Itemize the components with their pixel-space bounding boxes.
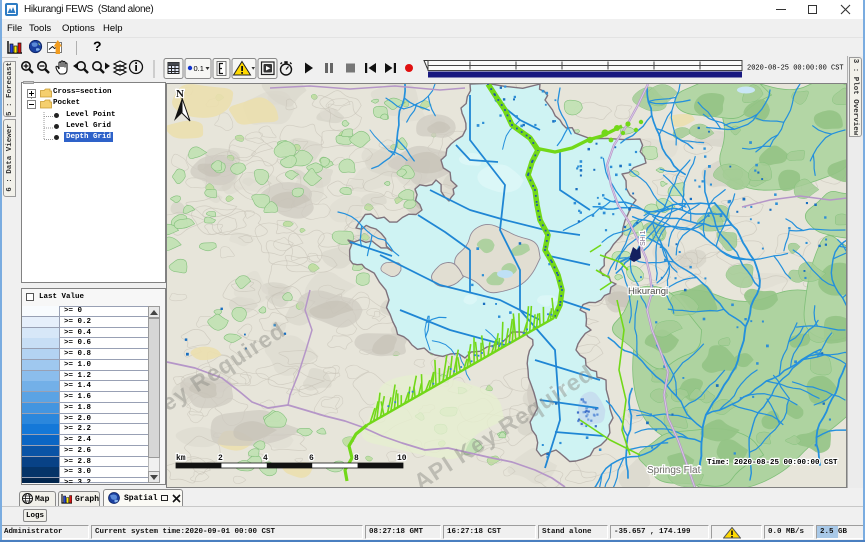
svg-text:0.1: 0.1 [194, 64, 204, 73]
svg-text:2020-08-25 00:00:00 CST: 2020-08-25 00:00:00 CST [747, 65, 844, 73]
